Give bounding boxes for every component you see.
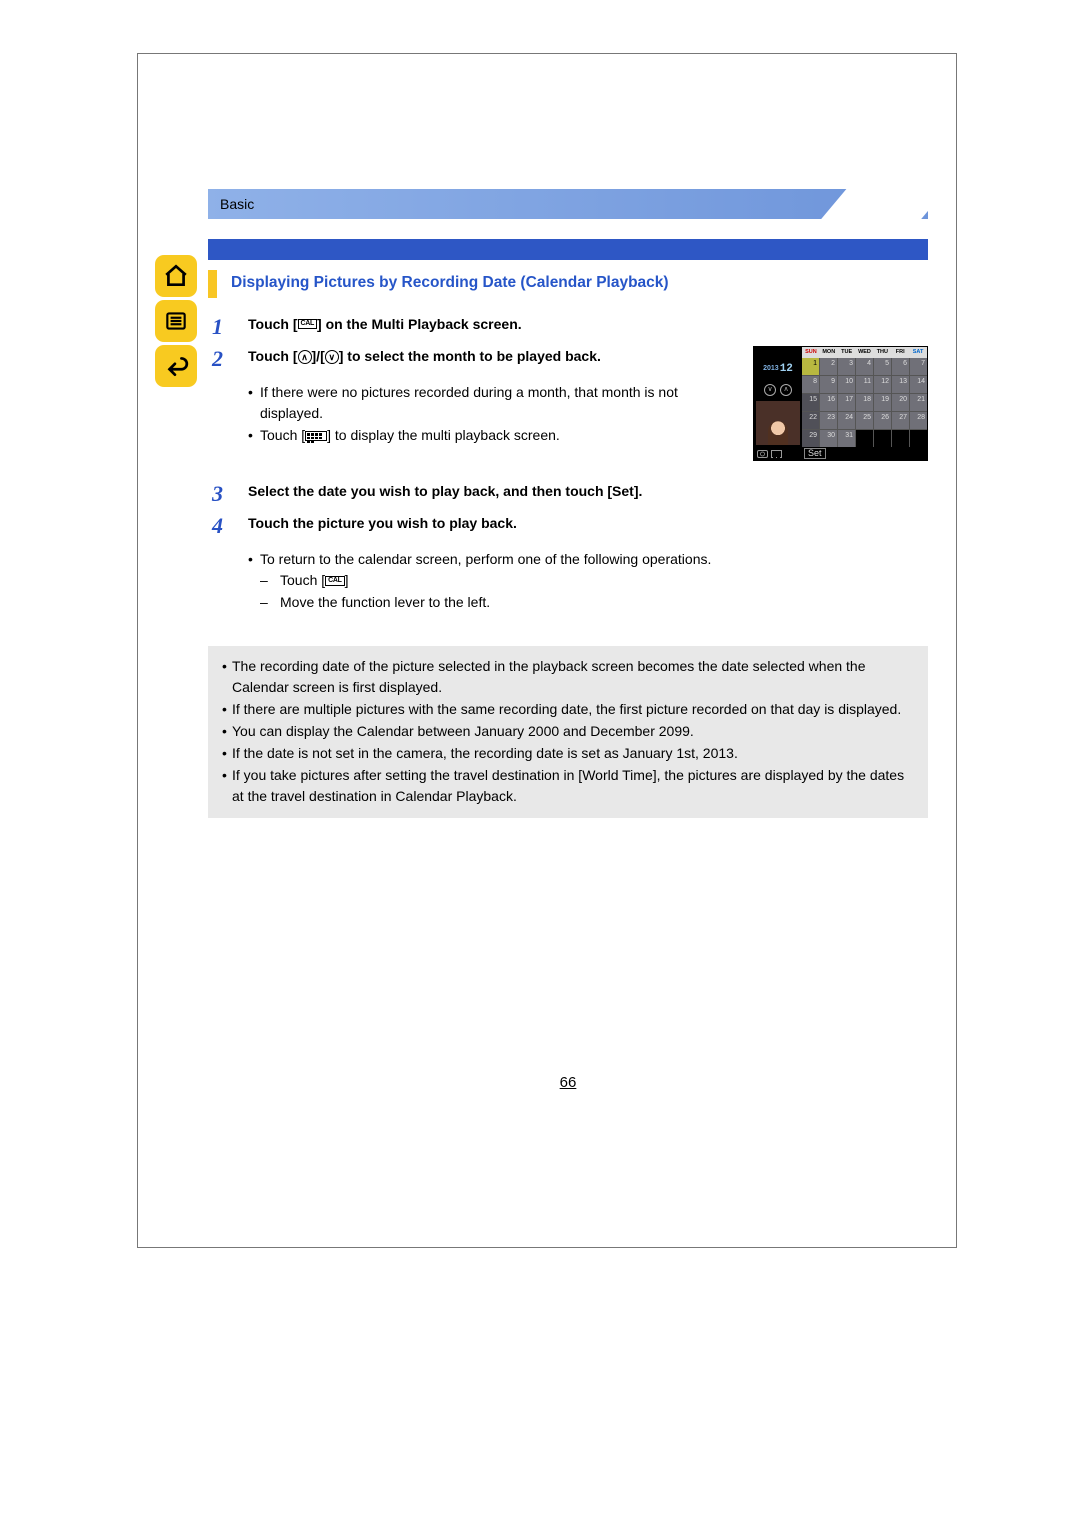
up-icon: ∧ (298, 350, 312, 364)
home-icon[interactable] (155, 255, 197, 297)
note-item: If you take pictures after setting the t… (222, 765, 914, 807)
note-item: The recording date of the picture select… (222, 656, 914, 698)
step-title: Touch the picture you wish to play back. (248, 515, 517, 531)
calendar-cell[interactable]: 1 (802, 358, 819, 375)
step-sub-item: To return to the calendar screen, perfor… (248, 549, 928, 571)
calendar-cell[interactable]: 21 (910, 394, 927, 411)
section-title: Displaying Pictures by Recording Date (C… (208, 270, 928, 298)
calendar-cell (910, 430, 927, 447)
calendar-cell[interactable]: 12 (874, 376, 891, 393)
header-divider-thin (208, 257, 928, 260)
calendar-thumbnail (756, 401, 800, 445)
step-number: 1 (212, 314, 234, 340)
calendar-set-button[interactable]: Set (804, 448, 826, 459)
calendar-cell[interactable]: 17 (838, 394, 855, 411)
calendar-cell[interactable]: 24 (838, 412, 855, 429)
page-number: 66 (208, 1074, 928, 1091)
calendar-cell[interactable]: 18 (856, 394, 873, 411)
calendar-cell[interactable]: 4 (856, 358, 873, 375)
calendar-cell[interactable]: 10 (838, 376, 855, 393)
calendar-cell[interactable]: 30 (820, 430, 837, 447)
calendar-cell[interactable]: 23 (820, 412, 837, 429)
step-title: Touch [∧]/[∨] to select the month to be … (248, 348, 601, 364)
multi-grid-icon (305, 431, 327, 441)
calendar-figure: SUN MON TUE WED THU FRI SAT (753, 346, 928, 461)
calendar-cell[interactable]: 20 (892, 394, 909, 411)
calendar-cell (892, 430, 909, 447)
step-sub-item: Touch [] to display the multi playback s… (248, 425, 743, 447)
header-divider-thick (208, 239, 928, 257)
step-sublist: If there were no pictures recorded durin… (248, 382, 743, 447)
note-item: If the date is not set in the camera, th… (222, 743, 914, 764)
step-sub-item: Move the function lever to the left. (260, 592, 928, 614)
calendar-cell[interactable]: 3 (838, 358, 855, 375)
cal-down-icon[interactable]: ∨ (764, 384, 776, 396)
notes-box: The recording date of the picture select… (208, 646, 928, 818)
header-band: Basic (208, 189, 928, 219)
calendar-cell[interactable]: 27 (892, 412, 909, 429)
calendar-cell[interactable]: 6 (892, 358, 909, 375)
cal-up-icon[interactable]: ∧ (780, 384, 792, 396)
calendar-cell[interactable]: 26 (874, 412, 891, 429)
menu-icon[interactable] (155, 300, 197, 342)
calendar-yearmonth: 2013 12 (754, 358, 802, 381)
cal-icon: CAL (298, 319, 318, 329)
calendar-cell[interactable]: 5 (874, 358, 891, 375)
calendar-grid: 1234567891011121314151617181920212223242… (802, 358, 927, 447)
calendar-cell[interactable]: 2 (820, 358, 837, 375)
calendar-cell[interactable]: 19 (874, 394, 891, 411)
cal-icon: CAL (325, 576, 345, 586)
step-title: Select the date you wish to play back, a… (248, 483, 642, 499)
calendar-cell[interactable]: 28 (910, 412, 927, 429)
calendar-cell (874, 430, 891, 447)
calendar-cell[interactable]: 29 (802, 430, 819, 447)
calendar-cell[interactable]: 8 (802, 376, 819, 393)
footer-grid-icon[interactable] (771, 450, 782, 458)
calendar-cell[interactable]: 22 (802, 412, 819, 429)
calendar-cell[interactable]: 11 (856, 376, 873, 393)
step-sublist: To return to the calendar screen, perfor… (248, 549, 928, 614)
calendar-cell[interactable]: 7 (910, 358, 927, 375)
calendar-cell[interactable]: 25 (856, 412, 873, 429)
calendar-cell (856, 430, 873, 447)
back-icon[interactable] (155, 345, 197, 387)
calendar-cell[interactable]: 16 (820, 394, 837, 411)
calendar-day-headers: SUN MON TUE WED THU FRI SAT (802, 347, 927, 358)
page-content: Basic Displaying Pictures by Recording D… (208, 189, 928, 818)
step-number: 3 (212, 481, 234, 507)
down-icon: ∨ (325, 350, 339, 364)
calendar-cell[interactable]: 9 (820, 376, 837, 393)
header-category: Basic (220, 196, 254, 212)
step-3: 3 Select the date you wish to play back,… (212, 481, 928, 507)
step-title: Touch [CAL] on the Multi Playback screen… (248, 316, 522, 332)
footer-cal-icon[interactable] (757, 450, 768, 458)
step-sub-item: If there were no pictures recorded durin… (248, 382, 743, 425)
steps: 1 Touch [CAL] on the Multi Playback scre… (208, 314, 928, 628)
sidebar (155, 255, 205, 387)
note-item: If there are multiple pictures with the … (222, 699, 914, 720)
calendar-cell[interactable]: 31 (838, 430, 855, 447)
step-1: 1 Touch [CAL] on the Multi Playback scre… (212, 314, 928, 340)
calendar-cell[interactable]: 14 (910, 376, 927, 393)
step-sub-item: Touch [CAL] (260, 570, 928, 592)
calendar-cell[interactable]: 15 (802, 394, 819, 411)
step-2: 2 Touch [∧]/[∨] to select the month to b… (212, 346, 928, 461)
step-number: 4 (212, 513, 234, 628)
calendar-cell[interactable]: 13 (892, 376, 909, 393)
note-item: You can display the Calendar between Jan… (222, 721, 914, 742)
step-4: 4 Touch the picture you wish to play bac… (212, 513, 928, 628)
step-number: 2 (212, 346, 234, 461)
